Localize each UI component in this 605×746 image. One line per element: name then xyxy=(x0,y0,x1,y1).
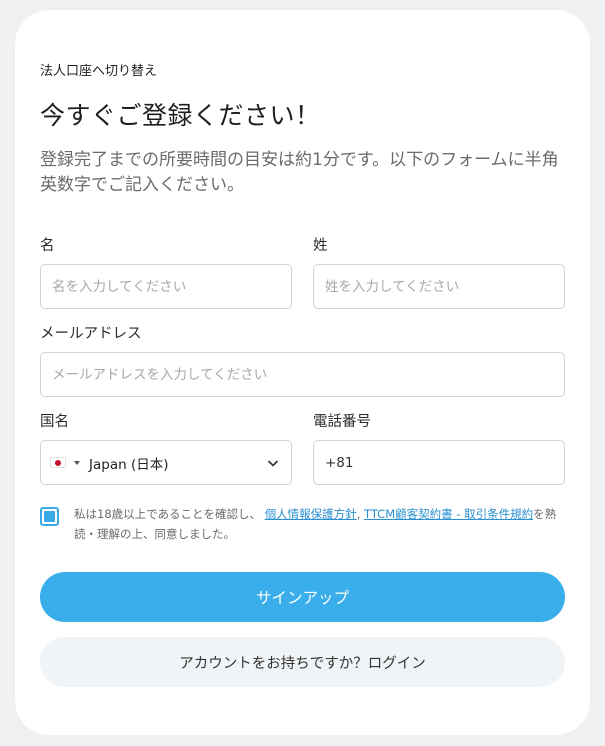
chevron-down-icon xyxy=(267,459,279,467)
country-label: 国名 xyxy=(40,414,69,430)
consent-checkbox[interactable] xyxy=(40,507,59,526)
country-selected-value: Japan (日本) xyxy=(89,456,169,473)
registration-card: 法人口座へ切り替え 今すぐご登録ください！ 登録完了までの所要時間の目安は約1分… xyxy=(15,10,590,735)
customer-agreement-link[interactable]: TTCM顧客契約書 - 取引条件規約 xyxy=(364,507,533,521)
caret-down-icon xyxy=(74,460,80,465)
first-name-label: 名 xyxy=(40,238,55,254)
last-name-label: 姓 xyxy=(313,238,328,254)
email-input[interactable] xyxy=(40,352,565,397)
signup-button[interactable]: サインアップ xyxy=(40,572,565,622)
japan-flag-icon xyxy=(50,457,66,468)
privacy-policy-link[interactable]: 個人情報保護方針 xyxy=(265,507,357,521)
last-name-input[interactable] xyxy=(313,264,565,309)
phone-label: 電話番号 xyxy=(313,414,371,430)
switch-to-corporate-link[interactable]: 法人口座へ切り替え xyxy=(40,60,157,79)
first-name-input[interactable] xyxy=(40,264,292,309)
country-select[interactable]: Japan (日本) xyxy=(40,440,292,485)
consent-separator: , xyxy=(356,507,364,521)
phone-input[interactable] xyxy=(313,440,565,485)
page-subtitle: 登録完了までの所要時間の目安は約1分です。以下のフォームに半角英数字でご記入くだ… xyxy=(40,150,559,195)
login-button[interactable]: アカウントをお持ちですか？ログイン xyxy=(40,637,565,687)
email-label: メールアドレス xyxy=(40,326,142,342)
checkbox-checked-mark xyxy=(44,511,55,522)
page-title: 今すぐご登録ください！ xyxy=(40,101,321,130)
consent-text-before: 私は18歳以上であることを確認し、 xyxy=(74,507,262,521)
consent-text: 私は18歳以上であることを確認し、 個人情報保護方針, TTCM顧客契約書 - … xyxy=(74,504,574,544)
